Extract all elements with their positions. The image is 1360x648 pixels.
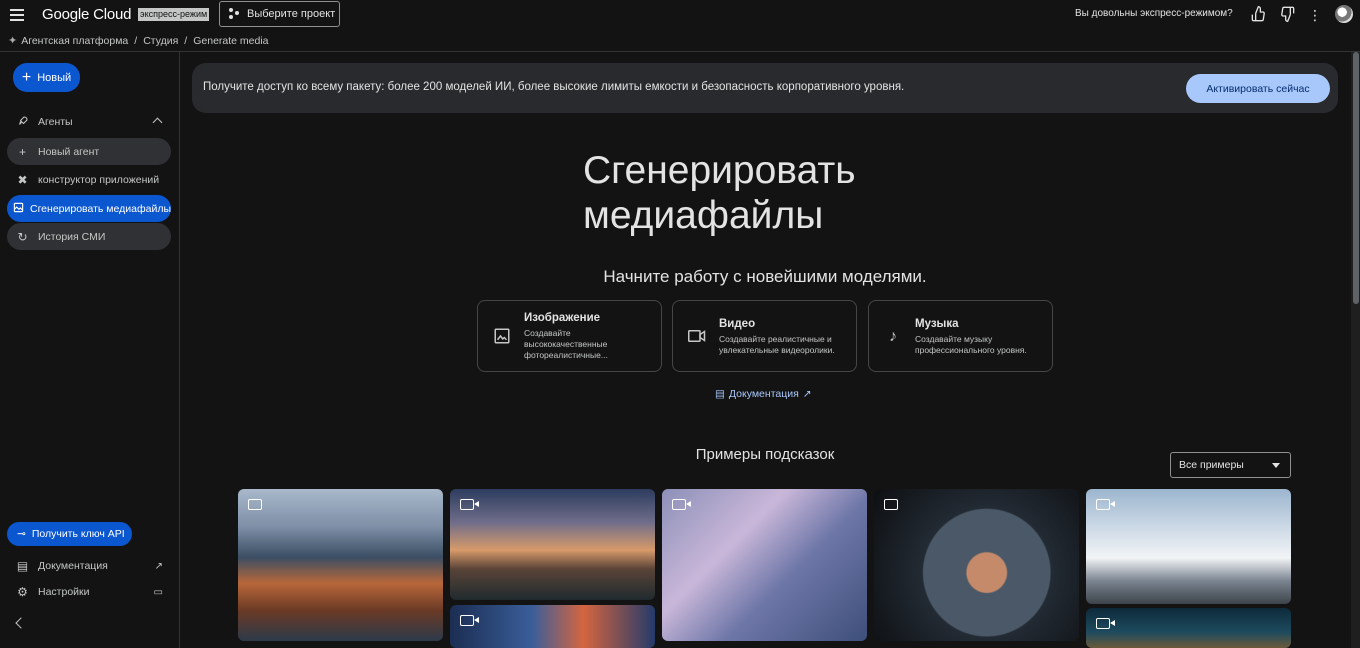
image-icon: [492, 327, 512, 347]
documentation-link[interactable]: ▤ Документация ↗: [715, 388, 812, 400]
breadcrumb: ✦ Агентская платформа / Студия / Generat…: [0, 30, 1360, 52]
chevron-up-icon: [152, 117, 163, 128]
breadcrumb-separator: /: [184, 34, 188, 47]
sparkle-icon: ✦: [8, 35, 18, 47]
model-card-description: Создавайте реалистичные и увлекательные …: [719, 334, 835, 355]
sidebar-section-label: Агенты: [38, 116, 73, 128]
external-link-icon: ↗: [802, 388, 812, 400]
video-icon: [672, 499, 686, 510]
page-title: Сгенерировать медиафайлы: [583, 148, 983, 238]
scrollbar-thumb[interactable]: [1353, 52, 1359, 304]
sidebar-item-label: Сгенерировать медиафайлы: [30, 202, 171, 215]
sidebar-item-label: конструктор приложений: [38, 173, 160, 186]
page-title-line: медиафайлы: [583, 194, 824, 237]
video-icon: [1096, 499, 1110, 510]
sidebar-item-new-agent[interactable]: + Новый агент: [7, 138, 171, 165]
sidebar-section-agents[interactable]: Агенты: [7, 110, 171, 134]
plus-icon: +: [18, 144, 26, 159]
sidebar-item-app-builder[interactable]: ✖ конструктор приложений: [7, 166, 171, 193]
history-icon: ↻: [17, 229, 28, 244]
document-icon: ▤: [715, 388, 725, 400]
mode-badge: экспресс-режим: [138, 8, 210, 21]
docs-icon: ▤: [16, 559, 29, 573]
page-title-line: Сгенерировать: [583, 149, 856, 192]
breadcrumb-item[interactable]: Студия: [143, 35, 178, 47]
example-thumbnail[interactable]: [1086, 489, 1291, 604]
breadcrumb-item: Generate media: [193, 34, 269, 47]
image-icon: [884, 499, 898, 510]
breadcrumb-item[interactable]: Агентская платформа: [21, 35, 128, 47]
menu-icon[interactable]: [10, 6, 28, 24]
model-card-title: Изображение: [524, 312, 601, 324]
example-thumbnail[interactable]: [450, 605, 655, 648]
rocket-icon: [7, 115, 38, 130]
model-card-video[interactable]: Видео Создавайте реалистичные и увлекате…: [672, 300, 857, 372]
example-thumbnail[interactable]: [1086, 608, 1291, 648]
avatar[interactable]: [1335, 5, 1353, 23]
sidebar-documentation-label: Документация: [38, 560, 108, 572]
model-card-title: Видео: [719, 318, 756, 330]
model-card-music[interactable]: ♪ Музыка Создавайте музыку профессиональ…: [868, 300, 1053, 372]
project-picker-label: Выберите проект: [247, 8, 336, 20]
sidebar-item-media-history[interactable]: ↻ История СМИ: [7, 223, 171, 250]
examples-filter-value: Все примеры: [1179, 459, 1244, 471]
new-button-label: Новый: [37, 71, 72, 84]
examples-filter-select[interactable]: Все примеры: [1170, 452, 1291, 478]
model-card-title: Музыка: [915, 318, 959, 330]
thumbs-down-icon[interactable]: [1278, 6, 1296, 24]
sidebar-item-label: История СМИ: [38, 230, 106, 243]
plus-icon: +: [21, 68, 32, 86]
page-subtitle: Начните работу с новейшими моделями.: [603, 267, 927, 286]
music-icon: ♪: [889, 328, 897, 345]
example-thumbnail[interactable]: [450, 489, 655, 600]
get-api-key-button[interactable]: ⊸ Получить ключ API: [7, 522, 132, 546]
activate-now-button[interactable]: Активировать сейчас: [1186, 74, 1330, 103]
tools-icon: ✖: [17, 172, 28, 187]
collapse-sidebar-icon[interactable]: [15, 617, 27, 629]
more-vert-icon[interactable]: ⋮: [1306, 6, 1324, 24]
example-thumbnail[interactable]: [238, 489, 443, 641]
sidebar-item-generate-media[interactable]: Сгенерировать медиафайлы: [7, 195, 171, 222]
top-bar: Google Cloud экспресс-режим Выберите про…: [0, 0, 1360, 30]
media-icon: [7, 202, 30, 216]
brand-logo[interactable]: Google Cloud: [42, 6, 132, 23]
image-icon: [248, 499, 262, 510]
sidebar-documentation-link[interactable]: ▤ Документация ↗: [7, 555, 171, 577]
breadcrumb-separator: /: [134, 34, 138, 47]
page-scrollbar[interactable]: [1351, 52, 1360, 648]
key-icon: ⊸: [17, 528, 26, 540]
model-card-image[interactable]: Изображение Создавайте высококачественны…: [477, 300, 662, 372]
project-icon: [229, 8, 241, 20]
upgrade-banner-text: Получите доступ ко всему пакету: более 2…: [203, 81, 905, 93]
external-link-icon: ↗: [154, 560, 163, 572]
sidebar-item-label: Новый агент: [38, 145, 100, 158]
video-icon: [687, 327, 707, 347]
model-card-description: Создавайте высококачественные фотореалис…: [524, 328, 608, 360]
video-icon: [460, 499, 474, 510]
examples-title: Примеры подсказок: [695, 446, 835, 463]
upgrade-banner: Получите доступ ко всему пакету: более 2…: [192, 63, 1338, 113]
sidebar: + Новый Агенты + Новый агент ✖ конструкт…: [0, 52, 180, 648]
model-card-description: Создавайте музыку профессионального уров…: [915, 334, 1027, 355]
sidebar-settings-label: Настройки: [38, 586, 90, 598]
dropdown-arrow-icon: [1272, 463, 1280, 468]
documentation-link-label: Документация: [728, 388, 799, 400]
new-button[interactable]: + Новый: [13, 63, 80, 92]
feedback-question: Вы довольны экспресс-режимом?: [1075, 8, 1233, 19]
devices-icon[interactable]: ▭: [154, 587, 163, 598]
thumbs-up-icon[interactable]: [1250, 5, 1268, 24]
example-thumbnail[interactable]: [662, 489, 867, 641]
example-thumbnail[interactable]: [874, 489, 1079, 641]
video-icon: [460, 615, 474, 626]
video-icon: [1096, 618, 1110, 629]
get-api-key-label: Получить ключ API: [31, 528, 125, 540]
project-picker-button[interactable]: Выберите проект: [219, 1, 340, 27]
sidebar-settings-link[interactable]: ⚙ Настройки ▭: [7, 581, 171, 603]
gear-icon: ⚙: [17, 585, 28, 599]
